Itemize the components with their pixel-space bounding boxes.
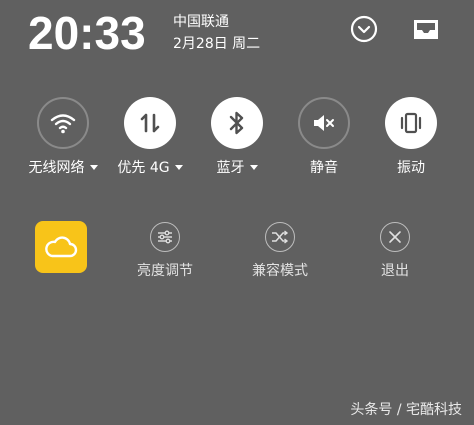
toggle-vibrate[interactable]: 振动 [366, 97, 456, 177]
sliders-icon [158, 230, 172, 244]
cloud-button[interactable] [35, 221, 87, 273]
clock-time: 20:33 [28, 7, 146, 59]
toggle-bluetooth-label: 蓝牙 [216, 160, 245, 176]
toggle-bluetooth-circle [211, 97, 263, 149]
brightness-circle [150, 222, 180, 252]
dropdown-caret-icon[interactable] [89, 164, 98, 170]
dropdown-caret-icon[interactable] [249, 164, 258, 170]
brightness-label: 亮度调节 [137, 263, 193, 279]
toggle-mute[interactable]: 静音 [279, 97, 369, 177]
mute-icon [314, 115, 334, 131]
wifi-icon [50, 114, 76, 134]
cloud-icon [45, 236, 78, 258]
notification-inbox-button[interactable] [408, 11, 444, 47]
toggle-wifi-circle [37, 97, 89, 149]
carrier-name: 中国联通 [173, 14, 229, 30]
exit-button[interactable]: 退出 [350, 222, 440, 280]
compat-mode-button[interactable]: 兼容模式 [235, 222, 325, 280]
brightness-button[interactable]: 亮度调节 [120, 222, 210, 280]
bluetooth-icon [229, 111, 244, 135]
toggle-wifi-label: 无线网络 [28, 160, 85, 176]
vibrate-icon [400, 112, 422, 134]
toggle-mobile-data[interactable]: 优先 4G [105, 97, 195, 177]
chevron-down-circle-icon [350, 15, 378, 43]
date-text: 2月28日 周二 [173, 36, 261, 52]
inbox-icon [414, 20, 438, 39]
collapse-button[interactable] [346, 11, 382, 47]
toggle-mobile-data-label: 优先 4G [117, 160, 170, 176]
exit-circle [380, 222, 410, 252]
toggle-mobile-data-circle [124, 97, 176, 149]
watermark-text: 头条号 / 宅酷科技 [350, 402, 462, 418]
toggle-mute-circle [298, 97, 350, 149]
mobile-data-icon [140, 113, 160, 133]
exit-label: 退出 [381, 263, 409, 279]
toggle-bluetooth[interactable]: 蓝牙 [192, 97, 282, 177]
toggle-vibrate-label: 振动 [397, 160, 425, 176]
compat-mode-circle [265, 222, 295, 252]
shuffle-icon [272, 230, 289, 244]
compat-mode-label: 兼容模式 [252, 263, 308, 279]
toggle-wifi[interactable]: 无线网络 [18, 97, 108, 177]
close-icon [389, 231, 401, 243]
toggle-mute-label: 静音 [310, 160, 338, 176]
toggle-vibrate-circle [385, 97, 437, 149]
dropdown-caret-icon[interactable] [174, 164, 183, 170]
